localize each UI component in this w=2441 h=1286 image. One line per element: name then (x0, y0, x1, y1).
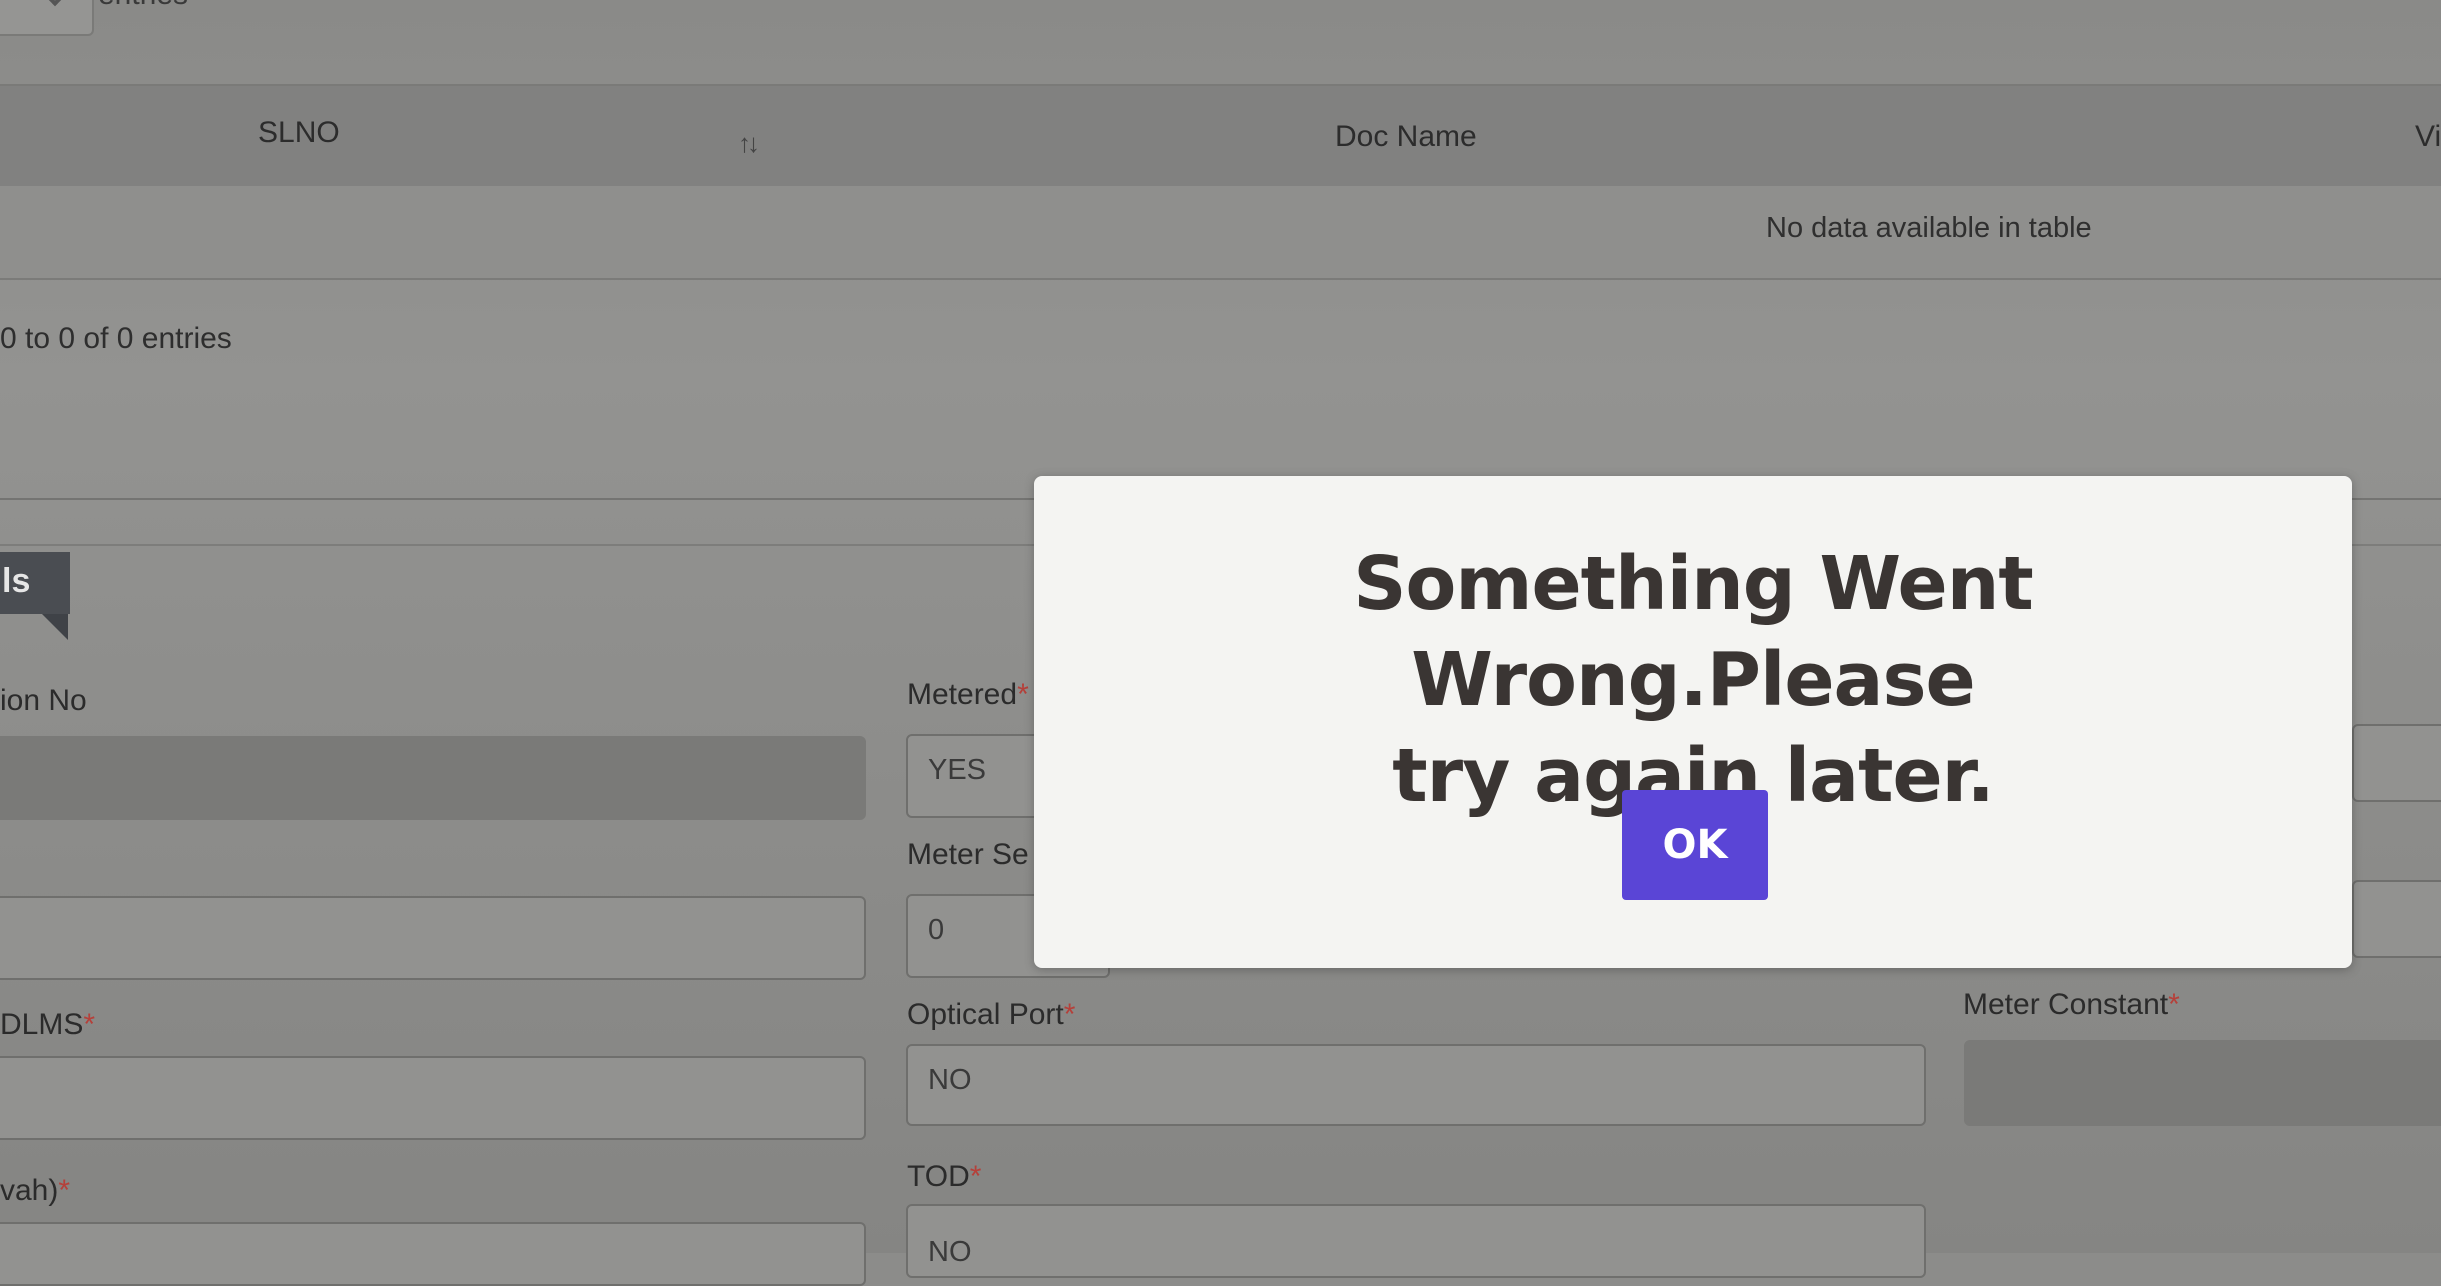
metered-label: Metered* (907, 678, 1029, 711)
column-header-slno[interactable]: SLNO (258, 116, 340, 150)
dlms-field[interactable] (0, 1056, 866, 1140)
empty-table-message: No data available in table (1766, 212, 2092, 244)
optical-port-label: Optical Port* (907, 998, 1076, 1031)
column-header-view[interactable]: Vi (2415, 120, 2441, 154)
meter-constant-label: Meter Constant* (1963, 988, 2180, 1021)
entries-length-label: entries (98, 0, 188, 12)
left-field-2[interactable] (0, 896, 866, 980)
section-title: ls (2, 562, 31, 600)
error-message: Something Went Wrong.Please try again la… (1353, 541, 2034, 819)
connection-no-field[interactable] (0, 736, 866, 820)
column-header-doc-name[interactable]: Doc Name (1335, 120, 1477, 154)
ok-button[interactable]: OK (1622, 790, 1768, 900)
dlms-label: DLMS* (0, 1008, 96, 1041)
tod-label: TOD* (907, 1160, 982, 1193)
kvah-field[interactable] (0, 1222, 866, 1286)
sort-icon[interactable]: ↑↓ (738, 128, 760, 159)
page-background: entries SLNO ↑↓ Doc Name Vi No data avai… (0, 0, 2441, 1286)
meter-constant-field[interactable] (1964, 1040, 2441, 1126)
table-info: 0 to 0 of 0 entries (0, 322, 232, 355)
badge-tail (42, 614, 68, 640)
table-header: SLNO ↑↓ Doc Name Vi (0, 84, 2441, 188)
entries-length-select[interactable] (0, 0, 94, 36)
tod-select[interactable]: NO (906, 1204, 1926, 1278)
table-row: No data available in table (0, 186, 2441, 280)
connection-no-label: ion No (0, 684, 87, 717)
optical-port-select[interactable]: NO (906, 1044, 1926, 1126)
right-field-1[interactable] (2352, 724, 2441, 802)
error-dialog: Something Went Wrong.Please try again la… (1034, 476, 2352, 968)
right-field-2[interactable] (2352, 880, 2441, 958)
meter-serial-label: Meter Se (907, 838, 1029, 871)
section-title-badge: ls (0, 552, 70, 614)
kvah-label: vah)* (0, 1174, 71, 1207)
